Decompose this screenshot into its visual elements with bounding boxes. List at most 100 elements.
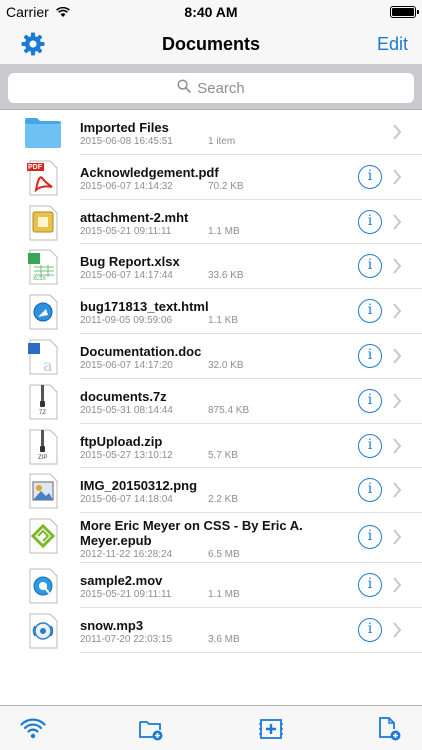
info-button[interactable]: i: [358, 299, 382, 324]
word-file-icon: a: [24, 339, 62, 375]
audio-file-icon: [24, 613, 62, 649]
archive-zip-file-icon: ZIP: [24, 429, 62, 465]
file-date: 2012-11-22 16:28:24: [80, 549, 173, 561]
file-size: 3.6 MB: [208, 633, 240, 645]
info-button[interactable]: i: [358, 209, 382, 234]
file-size: 32.0 KB: [208, 359, 244, 371]
tab-bar: [0, 705, 422, 750]
navigation-bar: Documents Edit: [0, 24, 422, 64]
file-date: 2015-06-07 14:14:32: [80, 180, 173, 192]
file-size: 6.5 MB: [208, 549, 240, 561]
list-item[interactable]: snow.mp3 2011-07-20 22:03:15 3.6 MB i: [0, 608, 422, 653]
mht-file-icon: [24, 205, 62, 241]
edit-button[interactable]: Edit: [377, 34, 408, 55]
file-name: attachment-2.mht: [80, 209, 189, 225]
file-name: Bug Report.xlsx: [80, 254, 180, 270]
info-button[interactable]: i: [358, 617, 382, 642]
html-file-icon: [24, 294, 62, 330]
file-date: 2015-06-07 14:17:44: [80, 270, 173, 282]
list-item[interactable]: a Documentation.doc 2015-06-07 14:17:20 …: [0, 334, 422, 379]
file-date: 2015-06-07 14:17:20: [80, 359, 173, 371]
chevron-right-icon: [392, 437, 402, 455]
chevron-right-icon: [392, 123, 402, 141]
list-item[interactable]: attachment-2.mht 2015-05-21 09:11:11 1.1…: [0, 200, 422, 245]
file-name: documents.7z: [80, 388, 167, 404]
chevron-right-icon: [392, 528, 402, 546]
7z-label: 7Z: [39, 409, 47, 416]
zip-label: ZIP: [38, 454, 48, 461]
page-title: Documents: [161, 34, 260, 54]
search-input[interactable]: Search: [8, 73, 414, 103]
svg-text:a: a: [43, 356, 53, 375]
chevron-right-icon: [392, 213, 402, 231]
video-file-icon: [24, 568, 62, 604]
file-name-line-1: More Eric Meyer on CSS - By Eric A.: [80, 518, 303, 534]
xlsx-label: XLSX: [33, 276, 46, 283]
search-bar: Search: [0, 64, 422, 110]
file-date: 2015-05-21 09:11:11: [80, 225, 172, 237]
image-file-icon: [24, 473, 62, 509]
file-date: 2011-07-20 22:03:15: [80, 633, 173, 645]
info-button[interactable]: i: [358, 573, 382, 598]
info-button[interactable]: i: [358, 388, 382, 413]
new-file-icon[interactable]: [376, 716, 402, 742]
file-date: 2015-05-27 13:10:12: [80, 449, 173, 461]
search-placeholder: Search: [197, 80, 245, 97]
excel-file-icon: XLSX: [24, 249, 62, 285]
file-name: sample2.mov: [80, 573, 163, 589]
file-date: 2015-06-07 14:18:04: [80, 494, 173, 506]
chevron-right-icon: [392, 481, 402, 499]
search-icon: [177, 79, 192, 98]
file-name: ftpUpload.zip: [80, 433, 163, 449]
archive-7z-file-icon: 7Z: [24, 384, 62, 420]
info-button[interactable]: i: [358, 164, 382, 189]
chevron-right-icon: [392, 392, 402, 410]
file-size: 1.1 KB: [208, 315, 239, 327]
list-item[interactable]: Imported Files 2015-06-08 16:45:51 1 ite…: [0, 110, 422, 155]
file-date: 2015-05-21 09:11:11: [80, 589, 172, 601]
chevron-right-icon: [392, 168, 402, 186]
file-size: 875.4 KB: [208, 404, 250, 416]
list-item[interactable]: 7Z documents.7z 2015-05-31 08:14:44 875.…: [0, 379, 422, 424]
battery-icon: [390, 6, 419, 18]
pdf-file-icon: PDF: [24, 160, 62, 196]
info-button[interactable]: i: [358, 433, 382, 458]
info-button[interactable]: i: [358, 254, 382, 279]
file-size: 1.1 MB: [208, 225, 240, 237]
folder-icon: [24, 115, 62, 151]
chevron-right-icon: [392, 576, 402, 594]
chevron-right-icon: [392, 257, 402, 275]
info-button[interactable]: i: [358, 525, 382, 550]
info-button[interactable]: i: [358, 478, 382, 503]
file-name: bug171813_text.html: [80, 299, 209, 315]
list-item[interactable]: IMG_20150312.png 2015-06-07 14:18:04 2.2…: [0, 468, 422, 513]
add-image-icon[interactable]: [258, 716, 284, 742]
file-size: 2.2 KB: [208, 494, 239, 506]
file-name: Documentation.doc: [80, 343, 202, 359]
status-bar: Carrier 8:40 AM: [0, 0, 422, 24]
file-name: Acknowledgement.pdf: [80, 164, 219, 180]
chevron-right-icon: [392, 347, 402, 365]
file-name-line-2: Meyer.epub: [80, 533, 152, 549]
new-folder-icon[interactable]: [138, 716, 164, 742]
file-size: 33.6 KB: [208, 270, 244, 282]
file-size: 1.1 MB: [208, 589, 240, 601]
list-item[interactable]: XLSX Bug Report.xlsx 2015-06-07 14:17:44…: [0, 244, 422, 289]
list-item[interactable]: bug171813_text.html 2011-09-05 09:59:06 …: [0, 289, 422, 334]
info-button[interactable]: i: [358, 343, 382, 368]
file-date: 2015-05-31 08:14:44: [80, 404, 173, 416]
list-item[interactable]: sample2.mov 2015-05-21 09:11:11 1.1 MB i: [0, 563, 422, 608]
chevron-right-icon: [392, 302, 402, 320]
file-name: snow.mp3: [80, 617, 144, 633]
file-name: IMG_20150312.png: [80, 478, 198, 494]
wifi-icon[interactable]: [20, 716, 46, 742]
file-name: Imported Files: [80, 120, 169, 135]
list-item[interactable]: PDF Acknowledgement.pdf 2015-06-07 14:14…: [0, 155, 422, 200]
file-size: 5.7 KB: [208, 449, 239, 461]
clock: 8:40 AM: [184, 4, 238, 20]
epub-file-icon: [24, 518, 62, 554]
file-date: 2015-06-08 16:45:51: [80, 136, 173, 147]
list-item[interactable]: ZIP ftpUpload.zip 2015-05-27 13:10:12 5.…: [0, 424, 422, 469]
file-list: Imported Files 2015-06-08 16:45:51 1 ite…: [0, 110, 422, 653]
list-item[interactable]: More Eric Meyer on CSS - By Eric A. Meyer…: [0, 513, 422, 564]
